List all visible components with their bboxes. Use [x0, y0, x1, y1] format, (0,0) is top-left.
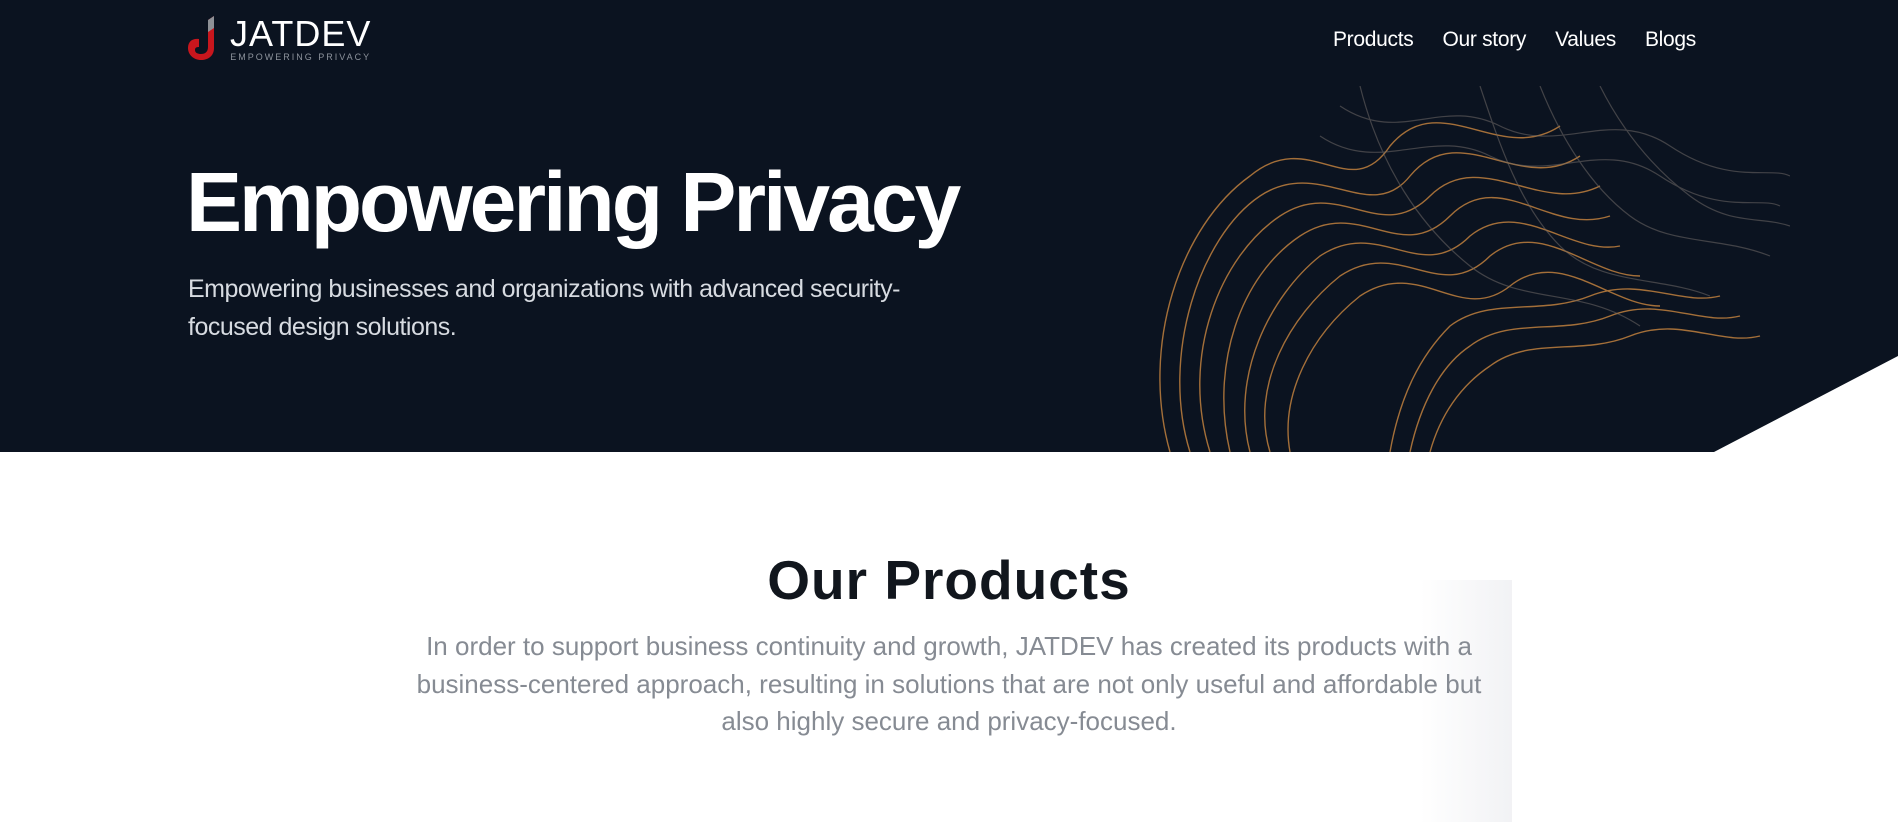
products-heading: Our Products — [767, 549, 1131, 611]
brand-logo[interactable]: JATDEV EMPOWERING PRIVACY — [188, 14, 371, 62]
nav-link-our-story[interactable]: Our story — [1442, 28, 1526, 52]
nav-link-values[interactable]: Values — [1555, 28, 1616, 52]
nav-link-blogs[interactable]: Blogs — [1645, 28, 1696, 52]
jatdev-logo-icon — [188, 16, 214, 60]
hero-subtitle: Empowering businesses and organizations … — [188, 275, 900, 341]
hero-title: Empowering Privacy — [186, 155, 961, 249]
brand-tagline: EMPOWERING PRIVACY — [230, 52, 372, 62]
brand-name: JATDEV — [230, 13, 372, 54]
main-navigation: Products Our story Values Blogs — [1333, 28, 1696, 52]
products-description: In order to support business continuity … — [416, 631, 1482, 736]
nav-link-products[interactable]: Products — [1333, 28, 1414, 52]
logo-text: JATDEV EMPOWERING PRIVACY — [230, 13, 372, 63]
hero-section: JATDEV EMPOWERING PRIVACY Products Our s… — [0, 0, 1898, 452]
